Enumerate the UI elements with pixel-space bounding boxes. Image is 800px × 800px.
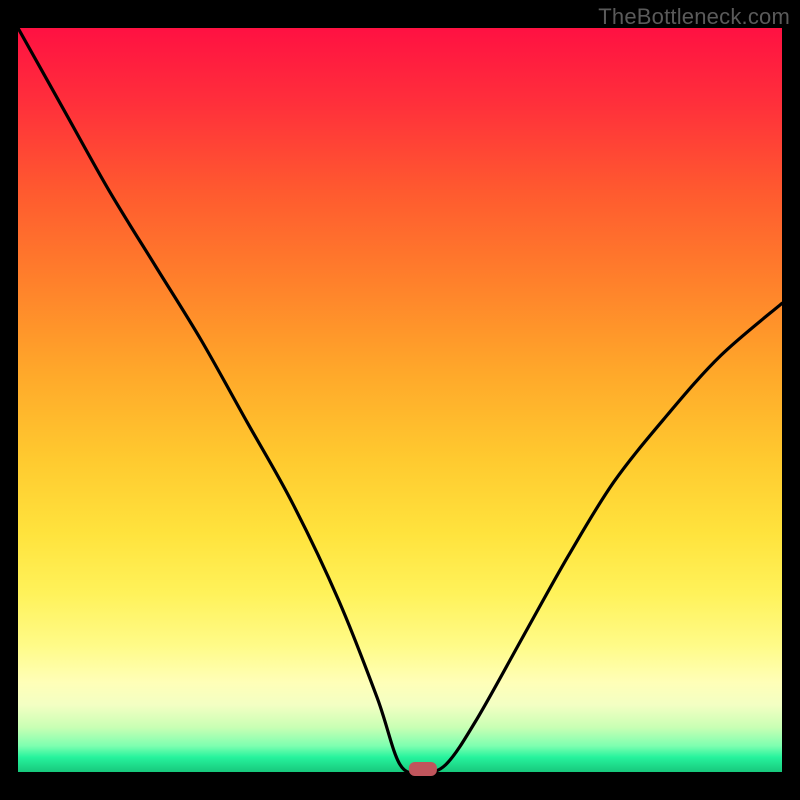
- chart-frame: TheBottleneck.com: [0, 0, 800, 800]
- bottleneck-curve: [18, 28, 782, 773]
- optimum-marker: [409, 762, 437, 776]
- watermark-text: TheBottleneck.com: [598, 4, 790, 30]
- curve-svg: [18, 28, 782, 772]
- plot-area: [18, 28, 782, 772]
